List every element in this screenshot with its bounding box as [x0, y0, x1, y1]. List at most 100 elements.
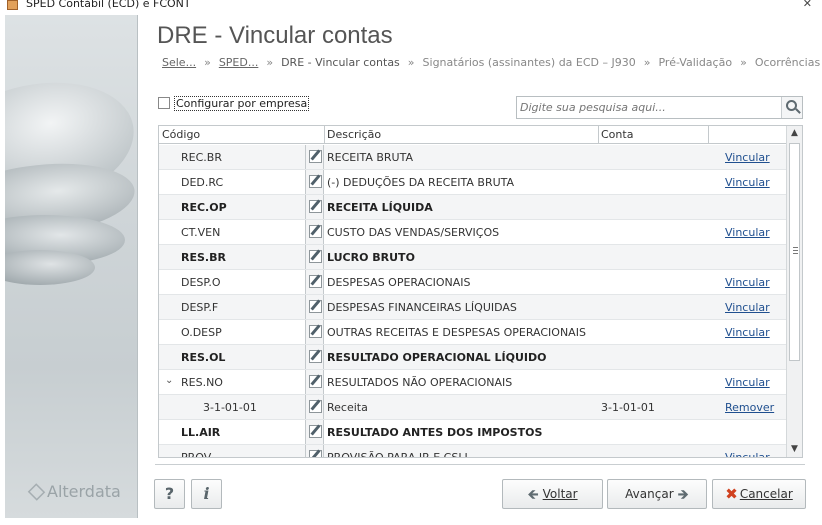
vincular-link[interactable]: Vincular [725, 276, 770, 289]
info-button[interactable]: i [191, 479, 222, 509]
breadcrumb-separator: » [407, 56, 415, 69]
edit-icon [309, 350, 322, 363]
grip-icon [793, 247, 798, 254]
avancar-button[interactable]: Avançar 🡺 [607, 479, 707, 509]
close-icon[interactable]: ✕ [803, 0, 812, 10]
cancel-x-icon: ✖ [725, 485, 738, 503]
breadcrumb-item: Pré-Validação [658, 56, 733, 69]
table-row[interactable]: RES.BR LUCRO BRUTO [159, 245, 787, 270]
row-code: CT.VEN [181, 226, 221, 239]
vincular-link[interactable]: Vincular [725, 151, 770, 164]
row-description: (-) DEDUÇÕES DA RECEITA BRUTA [327, 176, 515, 189]
vincular-link[interactable]: Vincular [725, 451, 770, 457]
table-row[interactable]: PROV PROVISÃO PARA IR E CSLL Vincular [159, 445, 787, 458]
breadcrumb-item[interactable]: Sele... [162, 56, 196, 69]
breadcrumb-item: DRE - Vincular contas [281, 56, 400, 69]
edit-button[interactable] [305, 395, 324, 419]
col-divider [708, 126, 709, 144]
table-row[interactable]: DESP.F DESPESAS FINANCEIRAS LÍQUIDAS Vincu… [159, 295, 787, 320]
edit-button[interactable] [305, 170, 324, 194]
edit-button[interactable] [305, 320, 324, 344]
wizard-side-graphic: Alterdata [5, 15, 138, 518]
row-description: Receita [327, 401, 368, 414]
scroll-up-icon[interactable]: ▲ [787, 126, 802, 141]
row-description: CUSTO DAS VENDAS/SERVIÇOS [327, 226, 500, 239]
row-description: RESULTADO OPERACIONAL LÍQUIDO [327, 351, 547, 364]
edit-icon [309, 325, 322, 338]
breadcrumb-separator: » [740, 56, 747, 69]
vincular-link[interactable]: Vincular [725, 376, 770, 389]
help-button[interactable]: ? [154, 479, 185, 509]
breadcrumb-item[interactable]: SPED... [219, 56, 259, 69]
col-conta[interactable]: Conta [601, 128, 633, 141]
remover-link[interactable]: Remover [725, 401, 774, 414]
config-label[interactable]: Configurar por empresa [174, 96, 310, 111]
edit-icon [309, 450, 322, 457]
search-input[interactable] [517, 97, 782, 118]
table-row[interactable]: DESP.O DESPESAS OPERACIONAIS Vincular [159, 270, 787, 295]
table-row[interactable]: REC.OP RECEITA LÍQUIDA [159, 195, 787, 220]
edit-icon [309, 425, 322, 438]
table-row[interactable]: LL.AIR RESULTADO ANTES DOS IMPOSTOS [159, 420, 787, 445]
breadcrumb: Sele... » SPED... » DRE - Vincular contas » Si… [162, 56, 820, 69]
row-description: RESULTADOS NÃO OPERACIONAIS [327, 376, 513, 389]
row-description: RECEITA BRUTA [327, 151, 413, 164]
vincular-link[interactable]: Vincular [725, 176, 770, 189]
vincular-link[interactable]: Vincular [725, 226, 770, 239]
table-row[interactable]: RES.OL RESULTADO OPERACIONAL LÍQUIDO [159, 345, 787, 370]
table-row[interactable]: CT.VEN CUSTO DAS VENDAS/SERVIÇOS Vincular [159, 220, 787, 245]
row-code: PROV [181, 451, 212, 458]
page-title: DRE - Vincular contas [157, 22, 393, 49]
row-code: RES.OL [181, 351, 226, 364]
row-description: DESPESAS OPERACIONAIS [327, 276, 471, 289]
row-code: REC.OP [181, 201, 227, 214]
edit-button[interactable] [305, 420, 324, 444]
search-button[interactable] [781, 97, 802, 118]
edit-button[interactable] [305, 220, 324, 244]
table-row[interactable]: DED.RC (-) DEDUÇÕES DA RECEITA BRUTA Vincu… [159, 170, 787, 195]
row-code: REC.BR [181, 151, 222, 164]
config-checkbox[interactable] [158, 97, 170, 109]
edit-icon [309, 200, 322, 213]
breadcrumb-separator: » [266, 56, 274, 69]
vincular-link[interactable]: Vincular [725, 326, 770, 339]
breadcrumb-separator: » [643, 56, 651, 69]
table-row[interactable]: REC.BR RECEITA BRUTA Vincular [159, 145, 787, 170]
window-title: SPED Contábil (ECD) e FCONT [26, 0, 191, 10]
vertical-scrollbar[interactable]: ▲ ▼ [786, 126, 802, 457]
edit-button[interactable] [305, 370, 324, 394]
edit-button[interactable] [305, 145, 324, 169]
edit-button[interactable] [305, 195, 324, 219]
col-codigo[interactable]: Código [162, 128, 200, 141]
cancelar-button[interactable]: ✖ Cancelar [712, 479, 806, 509]
grid-rows: REC.BR RECEITA BRUTA Vincular DED.RC (-) DED… [159, 145, 787, 458]
brand-name: Alterdata [47, 482, 121, 501]
grid-header: Código Descrição Conta [159, 126, 787, 144]
search-box [516, 96, 803, 119]
row-code: DED.RC [181, 176, 224, 189]
table-row[interactable]: ⌄ RES.NO RESULTADOS NÃO OPERACIONAIS Vincul… [159, 370, 787, 395]
edit-button[interactable] [305, 270, 324, 294]
vincular-link[interactable]: Vincular [725, 301, 770, 314]
arrow-right-icon: 🡺 [677, 487, 689, 503]
row-description: RECEITA LÍQUIDA [327, 201, 433, 214]
col-divider [598, 126, 599, 144]
edit-button[interactable] [305, 345, 324, 369]
arrow-left-icon: 🡸 [527, 487, 539, 503]
scroll-down-icon[interactable]: ▼ [787, 442, 802, 457]
edit-button[interactable] [305, 445, 324, 457]
row-description: DESPESAS FINANCEIRAS LÍQUIDAS [327, 301, 517, 314]
edit-button[interactable] [305, 295, 324, 319]
config-por-empresa[interactable]: Configurar por empresa [158, 96, 310, 111]
dre-grid: Código Descrição Conta REC.BR RECEITA BRU… [158, 125, 803, 458]
row-code: 3-1-01-01 [203, 401, 257, 414]
breadcrumb-item: Signatários (assinantes) da ECD – J930 [422, 56, 636, 69]
col-descricao[interactable]: Descrição [327, 128, 381, 141]
scroll-thumb[interactable] [789, 143, 800, 361]
table-row-child[interactable]: 3-1-01-01 Receita 3-1-01-01 Remover [159, 395, 787, 420]
table-row[interactable]: O.DESP OUTRAS RECEITAS E DESPESAS OPERACI… [159, 320, 787, 345]
chevron-down-icon[interactable]: ⌄ [165, 375, 173, 386]
edit-button[interactable] [305, 245, 324, 269]
voltar-button[interactable]: 🡸 Voltar [502, 479, 603, 509]
edit-icon [309, 375, 322, 388]
